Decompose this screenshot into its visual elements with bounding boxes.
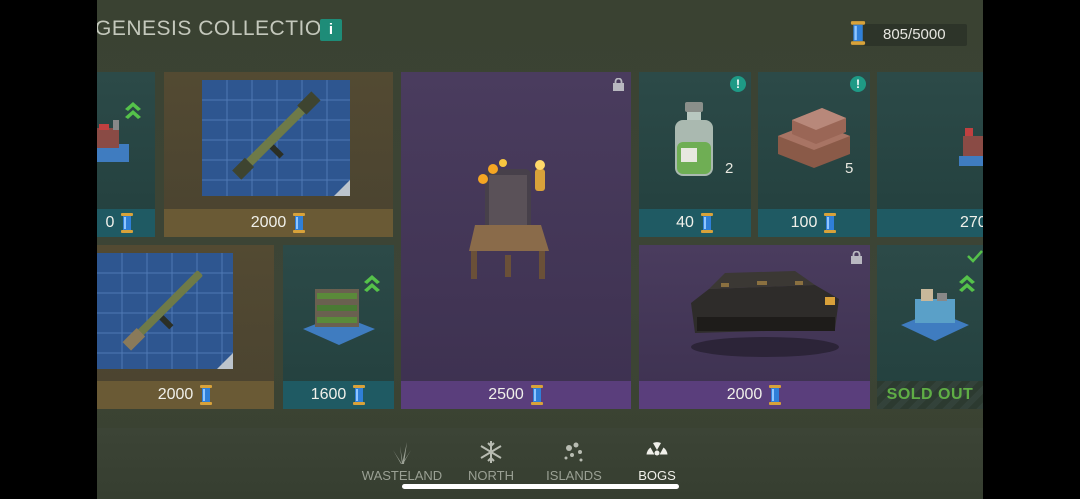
price-label: 2500 (488, 386, 524, 403)
tile-chemical-jar[interactable]: ! 2 40 (639, 72, 751, 237)
price-bar: 2500 (401, 381, 631, 409)
spool-icon (700, 212, 714, 234)
lock-icon (850, 251, 863, 264)
workbench-icon (901, 289, 969, 341)
price-bar: 2000 (639, 381, 870, 409)
quantity-label: 5 (845, 160, 854, 177)
game-viewport: GENESIS COLLECTION i 805/5000 0 2000 250… (97, 0, 983, 499)
tab-bogs[interactable]: BOGS (612, 440, 702, 483)
sold-out-label: SOLD OUT (877, 381, 983, 409)
price-label: 40 (676, 214, 694, 231)
spool-icon (530, 384, 544, 406)
price-label: 1600 (310, 386, 347, 403)
currency-counter: 805/5000 (849, 20, 967, 46)
tile-workbench-sold-out: SOLD OUT (877, 245, 983, 409)
bricks-icon (778, 108, 850, 168)
tab-label: BOGS (638, 468, 676, 483)
crafting-bench-icon (97, 120, 129, 162)
spool-icon (352, 384, 366, 406)
price-bar: 2000 (97, 381, 274, 409)
price-bar: 100 (758, 209, 870, 237)
armored-vehicle-icon (691, 271, 839, 357)
check-icon (967, 250, 983, 263)
screen: GENESIS COLLECTION i 805/5000 0 2000 250… (0, 0, 1080, 499)
crafting-bench-icon (959, 128, 983, 166)
blueprint-rocket-launcher-icon (202, 80, 350, 196)
palm-icon (564, 442, 583, 462)
price-label: 2000 (250, 214, 287, 231)
price-bar: 2000 (164, 209, 393, 237)
price-label: 270 (960, 214, 983, 231)
lock-icon (612, 78, 625, 91)
tile-throne-chair[interactable]: 2500 (401, 72, 631, 409)
quantity-label: 2 (725, 160, 734, 177)
info-button[interactable]: i (320, 19, 342, 41)
price-label: 0 (105, 214, 115, 231)
spool-icon (823, 212, 837, 234)
tab-wasteland[interactable]: WASTELAND (357, 440, 447, 483)
currency-value: 805/5000 (883, 26, 946, 43)
throne-chair-icon (469, 159, 549, 279)
spool-icon (199, 384, 213, 406)
price-bar: 40 (639, 209, 751, 237)
tile-crafting-bench-right[interactable]: 270 (877, 72, 983, 237)
snowflake-icon (480, 441, 502, 463)
tab-label: NORTH (468, 468, 514, 483)
exclamation-badge-icon: ! (850, 76, 866, 92)
price-label: 100 (790, 214, 818, 231)
exclamation-badge-icon: ! (730, 76, 746, 92)
tile-rocket-launcher-blueprint[interactable]: 2000 (164, 72, 393, 237)
tile-crafting-bench-left[interactable]: 0 (97, 72, 155, 237)
home-indicator[interactable] (402, 484, 679, 489)
page-title: GENESIS COLLECTION (97, 17, 338, 40)
tab-islands[interactable]: ISLANDS (529, 440, 619, 483)
tile-armored-vehicle[interactable]: 2000 (639, 245, 870, 409)
spool-icon (292, 212, 306, 234)
spool-icon (120, 212, 134, 234)
tile-bricks[interactable]: ! 5 100 (758, 72, 870, 237)
price-bar: 1600 (283, 381, 394, 409)
price-label: 2000 (726, 386, 763, 403)
price-bar: 0 (97, 209, 155, 237)
tile-rifle-blueprint[interactable]: 2000 (97, 245, 274, 409)
price-label: 2000 (157, 386, 194, 403)
tab-label: ISLANDS (546, 468, 602, 483)
tab-north[interactable]: NORTH (446, 440, 536, 483)
chemical-jar-icon (675, 102, 713, 176)
blueprint-rifle-icon (97, 253, 233, 369)
price-bar: 270 (877, 209, 983, 237)
garden-shelf-icon (303, 289, 375, 345)
spool-icon (768, 384, 782, 406)
spool-currency-icon (849, 20, 867, 46)
tab-label: WASTELAND (361, 468, 443, 483)
radiation-icon (646, 442, 668, 456)
tile-garden-shelf[interactable]: 1600 (283, 245, 394, 409)
grass-icon (393, 442, 411, 464)
